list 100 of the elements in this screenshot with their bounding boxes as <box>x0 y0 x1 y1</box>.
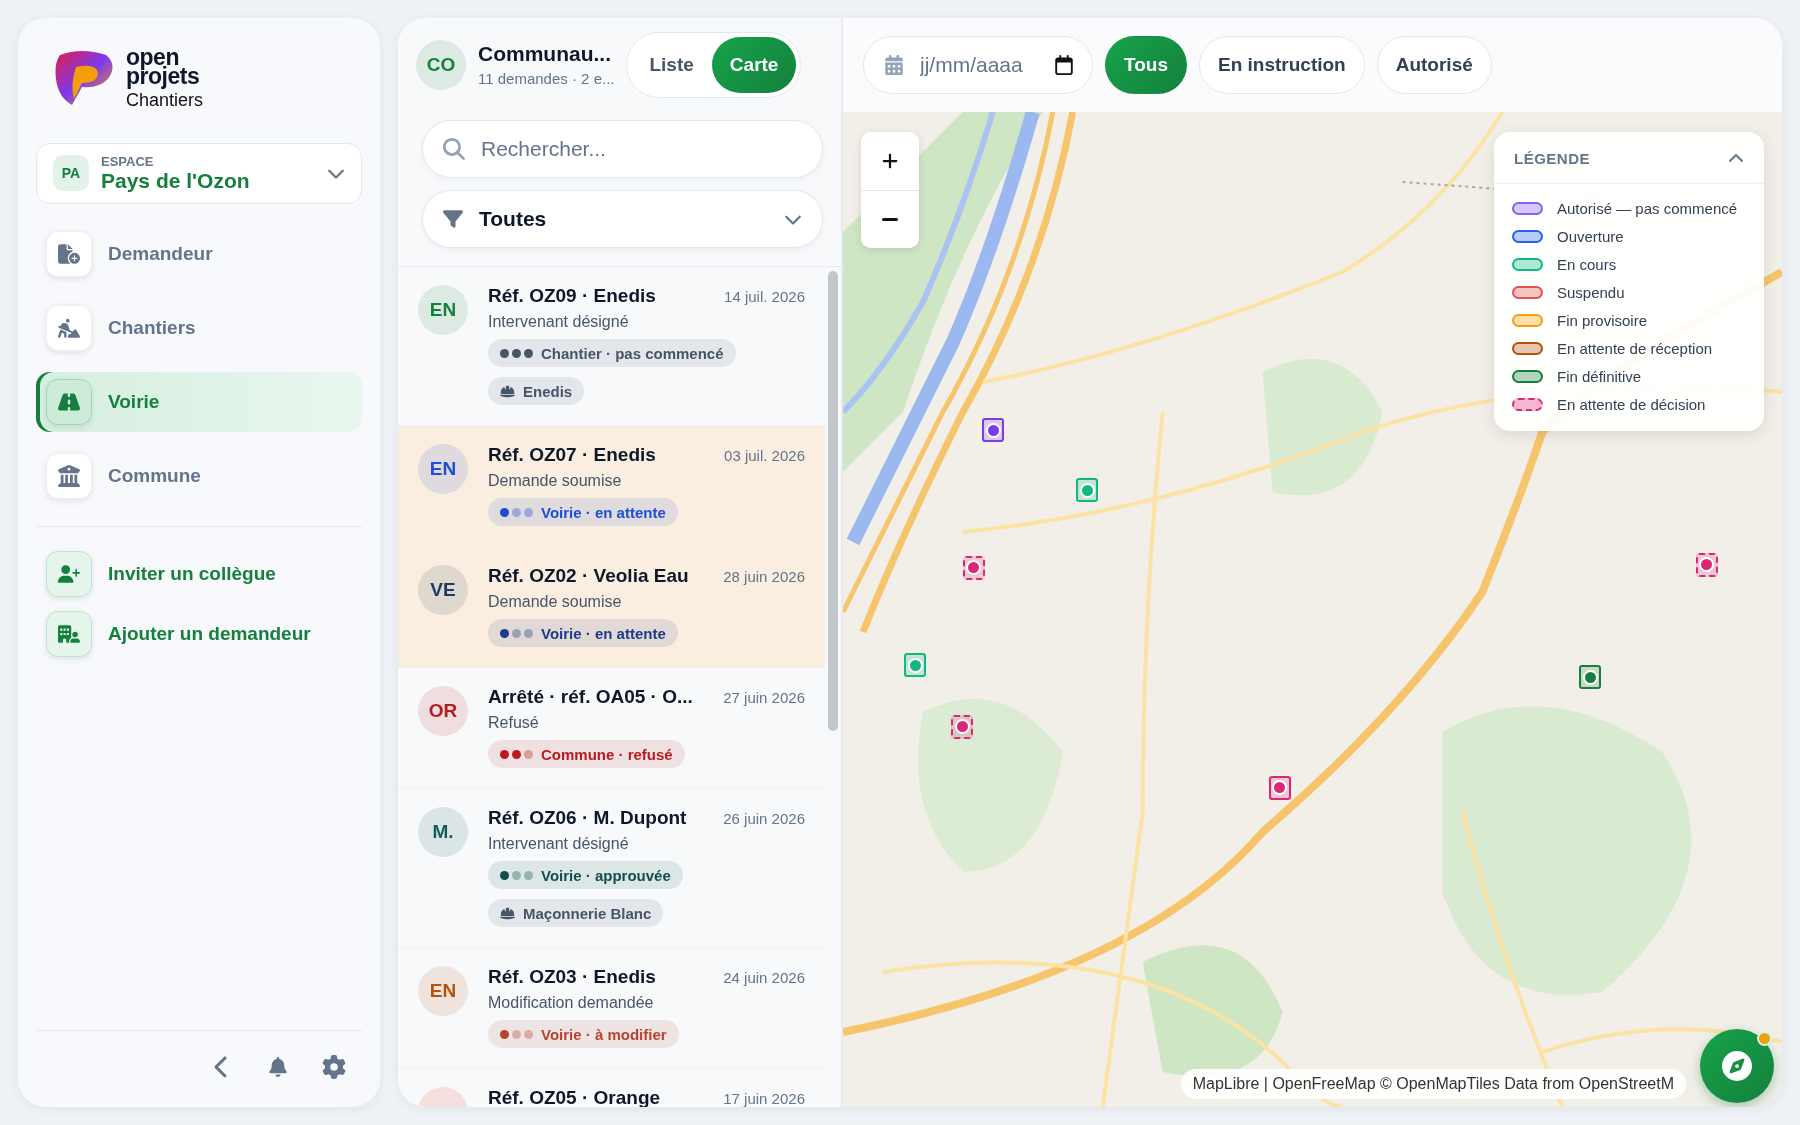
view-tab[interactable]: Carte <box>711 37 797 93</box>
legend-label: En attente de réception <box>1557 340 1713 357</box>
action-label: Inviter un collègue <box>108 562 276 585</box>
requester-avatar: EN <box>418 966 468 1016</box>
group-avatar: CO <box>416 40 466 90</box>
request-date: 14 juil. 2026 <box>724 288 805 305</box>
search-field[interactable]: Rechercher... <box>479 136 802 162</box>
status-tag: Chantier · pas commencé <box>488 339 736 367</box>
request-date: 27 juin 2026 <box>723 689 805 706</box>
map-marker[interactable] <box>951 714 974 739</box>
map-marker[interactable] <box>1076 478 1099 503</box>
request-row[interactable]: M. Réf. OZ06 · M. Dupont 26 juin 2026 Intervenant désigné Voirie · approuvée Maçonnerie Blanc <box>398 789 825 948</box>
workspace-badge: PA <box>53 155 89 192</box>
request-status: Demande soumise <box>488 472 623 490</box>
nav-item[interactable]: Demandeur <box>36 223 362 284</box>
map-marker[interactable] <box>962 555 985 580</box>
request-status: Intervenant désigné <box>488 835 630 853</box>
road-icon <box>46 378 92 425</box>
request-title: Réf. OZ02 · Veolia Eau <box>488 565 689 587</box>
request-date: 17 juin 2026 <box>723 1090 805 1107</box>
request-row[interactable]: EN Réf. OZ03 · Enedis 24 juin 2026 Modification demandée Voirie · à modifier <box>398 948 825 1069</box>
compass-icon <box>1722 1051 1752 1081</box>
legend-header[interactable]: LÉGENDE <box>1494 132 1764 184</box>
requester-avatar: VE <box>418 565 468 615</box>
action-label: Ajouter un demandeur <box>108 622 311 645</box>
legend-label: En cours <box>1557 256 1617 273</box>
legend-label: Ouverture <box>1557 228 1624 245</box>
legend-label: Suspendu <box>1557 284 1625 301</box>
request-title: Réf. OZ07 · Enedis <box>488 444 656 466</box>
hard-hat-icon <box>500 905 515 921</box>
building-user-icon <box>46 610 92 657</box>
request-date: 24 juin 2026 <box>723 969 805 986</box>
request-date: 03 juil. 2026 <box>724 447 805 464</box>
filter-icon <box>443 209 463 229</box>
nav-label: Voirie <box>108 390 160 413</box>
map-attribution: MapLibre | OpenFreeMap © OpenMapTiles Data from OpenStreetM <box>1180 1069 1686 1099</box>
calendar-icon <box>884 55 904 75</box>
plus-icon <box>881 152 899 170</box>
legend-label: Fin provisoire <box>1557 312 1648 329</box>
digging-worker-icon <box>46 304 92 351</box>
nav-item[interactable]: Voirie <box>36 371 362 432</box>
map-marker[interactable] <box>1579 665 1602 690</box>
request-row[interactable]: OR Arrêté · réf. OA05 · O... 27 juin 2026 Refusé Commune · refusé <box>398 668 825 789</box>
request-status: Modification demandée <box>488 994 655 1012</box>
workspace-label: ESPACE <box>101 153 155 169</box>
request-date: 26 juin 2026 <box>723 810 805 827</box>
nav-item[interactable]: Commune <box>36 445 362 506</box>
action-link[interactable]: Inviter un collègue <box>36 550 362 597</box>
legend-label: En attente de décision <box>1557 396 1706 413</box>
view-tab[interactable]: Liste <box>631 37 712 93</box>
calendar-picker-icon[interactable] <box>1054 55 1074 75</box>
file-plus-icon <box>46 230 92 277</box>
request-title: Réf. OZ09 · Enedis <box>488 285 656 307</box>
workspace-name: Pays de l'Ozon <box>101 168 251 193</box>
nav-label: Demandeur <box>108 242 213 265</box>
map-marker[interactable] <box>904 653 927 678</box>
status-tag: Voirie · à modifier <box>488 1020 679 1048</box>
status-tag: Voirie · approuvée <box>488 861 683 889</box>
workspace-selector[interactable]: PA ESPACE Pays de l'Ozon <box>36 142 362 204</box>
request-title: Arrêté · réf. OA05 · O... <box>488 686 693 708</box>
map-marker[interactable] <box>1695 552 1718 577</box>
map-marker[interactable] <box>1268 775 1291 800</box>
request-date: 28 juin 2026 <box>723 568 805 585</box>
nav-item[interactable]: Chantiers <box>36 297 362 358</box>
status-filter-chip[interactable]: En instruction <box>1199 36 1365 94</box>
notifications-icon <box>268 1057 288 1077</box>
request-title: Réf. OZ03 · Enedis <box>488 966 656 988</box>
status-tag: Voirie · en attente <box>488 619 678 647</box>
settings-icon <box>322 1055 346 1079</box>
requester-avatar: EN <box>418 285 468 335</box>
scrollbar-thumb[interactable] <box>828 271 838 731</box>
action-link[interactable]: Ajouter un demandeur <box>36 610 362 657</box>
group-title: Communau... <box>478 41 612 66</box>
request-row[interactable]: EN Réf. OZ09 · Enedis 14 juil. 2026 Intervenant désigné Chantier · pas commencé Enedis <box>398 267 825 426</box>
date-field[interactable]: jj/mm/aaaa <box>918 52 1040 78</box>
status-tag: Voirie · en attente <box>488 498 678 526</box>
group-subtitle: 11 demandes · 2 e... <box>478 68 615 89</box>
minus-icon <box>882 218 898 221</box>
hard-hat-icon <box>500 383 515 399</box>
search-box[interactable]: Rechercher... <box>422 120 823 178</box>
requester-avatar: EN <box>418 444 468 494</box>
nav-label: Chantiers <box>108 316 196 339</box>
legend-label: Fin définitive <box>1557 368 1642 385</box>
filter-dropdown[interactable]: Toutes <box>422 190 823 248</box>
request-status: Intervenant désigné <box>488 313 630 331</box>
brand-product: Chantiers <box>126 89 205 111</box>
company-tag: Maçonnerie Blanc <box>488 899 664 927</box>
status-filter-chip[interactable]: Tous <box>1105 36 1187 94</box>
request-status: Demande soumise <box>488 593 623 611</box>
requester-avatar: OR <box>418 686 468 736</box>
request-title: Réf. OZ06 · M. Dupont <box>488 807 687 829</box>
date-box[interactable]: jj/mm/aaaa <box>863 36 1093 94</box>
map-marker[interactable] <box>982 418 1005 443</box>
columns-building-icon <box>46 452 92 499</box>
company-tag: Enedis <box>488 377 585 405</box>
request-row[interactable]: VE Réf. OZ02 · Veolia Eau 28 juin 2026 Demande soumise Voirie · en attente <box>398 547 825 668</box>
status-tag: Commune · refusé <box>488 740 685 768</box>
request-row[interactable]: EN Réf. OZ07 · Enedis 03 juil. 2026 Demande soumise Voirie · en attente <box>398 426 825 547</box>
nav-label: Commune <box>108 464 201 487</box>
status-filter-chip[interactable]: Autorisé <box>1376 36 1492 94</box>
